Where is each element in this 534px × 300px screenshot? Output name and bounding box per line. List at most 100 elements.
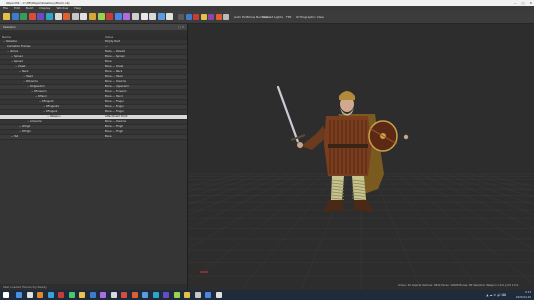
viewport-tool-icon[interactable]	[193, 14, 199, 20]
toolbar-tool-icon[interactable]	[97, 13, 105, 20]
grid-line	[188, 173, 254, 192]
taskbar-app-icon[interactable]	[79, 292, 85, 298]
taskbar-app-icon[interactable]	[215, 292, 222, 298]
taskbar-app-icon[interactable]	[100, 292, 106, 298]
tree-node-name: − RFinger01	[43, 105, 60, 108]
taskbar-app-icon[interactable]	[121, 292, 127, 298]
grid-line	[372, 173, 422, 290]
sword-blade	[276, 85, 300, 144]
toolbar-tool-icon[interactable]	[149, 13, 157, 20]
taskbar-app-icon[interactable]	[26, 292, 33, 298]
grid-line	[480, 173, 534, 188]
taskbar-app-icon[interactable]	[110, 292, 117, 298]
taskbar-app-icon[interactable]	[142, 292, 148, 298]
right-boot	[354, 200, 374, 212]
taskbar-app-icon[interactable]	[194, 292, 201, 298]
taskbar-app-icon[interactable]	[184, 292, 190, 298]
render-option-label[interactable]: Shaded	[262, 14, 273, 20]
toolbar-tool-icon[interactable]	[71, 13, 79, 20]
taskbar-app-icon[interactable]	[16, 292, 22, 298]
tree-node-value: Bone — Clavicle	[105, 120, 126, 123]
toolbar-tool-icon[interactable]	[28, 13, 36, 20]
tree-node-value: Attachment Point	[105, 115, 128, 118]
taskbar-app-icon[interactable]	[205, 292, 211, 298]
toolbar-tool-icon[interactable]	[166, 13, 174, 20]
tree-node-value: Bone — Neck	[105, 70, 123, 73]
hierarchy-tree: − Skeleton Empty Root Animation Frames — − i…	[0, 40, 187, 140]
toolbar-tool-icon[interactable]	[114, 13, 122, 20]
grid-line	[468, 173, 534, 192]
panel-title: Skeleton	[3, 25, 16, 29]
toolbar-tool-icon[interactable]	[132, 13, 139, 20]
grid-line	[384, 173, 482, 290]
viewport-tool-icon[interactable]	[200, 14, 207, 20]
tree-node-name: − LClavicle	[27, 120, 42, 123]
grid-line	[188, 173, 278, 205]
right-arm	[301, 126, 328, 150]
render-option-label[interactable]: FPS	[286, 14, 291, 20]
taskbar-app-icon[interactable]	[37, 292, 43, 298]
skeleton-panel: Skeleton □ ✕ Name Value − Skeleton Empty …	[0, 24, 188, 290]
toolbar-tool-icon[interactable]	[54, 13, 62, 20]
toolbar-tool-icon[interactable]	[63, 13, 71, 20]
tree-node-value: —	[105, 45, 108, 48]
taskbar-app-icon[interactable]	[163, 292, 169, 298]
clock[interactable]: 0:13 2020-04-16	[516, 290, 531, 300]
tree-node-value: Bone — Hand	[105, 95, 123, 98]
character-model[interactable]	[276, 85, 409, 212]
toolbar-tool-icon[interactable]	[123, 13, 131, 20]
left-boot	[324, 200, 344, 212]
start-button-icon[interactable]	[3, 292, 9, 298]
toolbar-tool-icon[interactable]	[80, 13, 88, 20]
taskbar-app-icon[interactable]	[58, 292, 64, 298]
tree-node-name: − RForearm	[31, 90, 47, 93]
taskbar-app-icon[interactable]	[131, 292, 138, 298]
tree-node-value: Bone — Head	[105, 75, 123, 78]
toolbar-tool-icon[interactable]	[89, 13, 96, 20]
viewport-tool-icon[interactable]	[208, 14, 214, 20]
left-hand	[403, 134, 409, 140]
viewport-tool-icon[interactable]	[215, 14, 222, 20]
toolbar-tool-icon[interactable]	[157, 13, 165, 20]
3d-viewport[interactable]	[188, 24, 534, 290]
taskbar-app-icon[interactable]	[152, 292, 159, 298]
tray-icons[interactable]: ▲ ☁ ✉ 🔊 ⌨	[486, 292, 506, 298]
viewport-status: Scene: 20 objects Vertices: 8424 Faces: …	[398, 284, 519, 287]
viewport-tool-icon[interactable]	[223, 14, 229, 20]
belt	[328, 144, 368, 148]
toolbar-tool-icon[interactable]	[46, 13, 53, 20]
tree-node-name: − RHand	[35, 95, 47, 98]
grid-line	[432, 173, 534, 215]
render-option-label[interactable]: Auto Pick	[234, 14, 248, 20]
viewport-tool-icon[interactable]	[185, 14, 192, 20]
viewport-canvas[interactable]	[188, 24, 534, 290]
tree-node-name: − RFinger0	[39, 100, 54, 103]
tree-node-name: − Neck	[19, 70, 29, 73]
helmet	[339, 91, 355, 100]
toolbar-tool-icon[interactable]	[20, 13, 28, 20]
taskbar-app-icon[interactable]	[173, 292, 180, 298]
toolbar-tool-icon[interactable]	[106, 13, 114, 20]
taskbar-app-icon[interactable]	[68, 292, 75, 298]
tree-node-name: − RClavicle	[23, 80, 38, 83]
taskbar-app-icon[interactable]	[47, 292, 54, 298]
panel-header-buttons[interactable]: □ ✕	[178, 24, 184, 30]
tree-node-value: Bone — Finger	[105, 110, 124, 113]
toolbar-tool-icon[interactable]	[11, 13, 19, 20]
tree-node-name: − RThigh	[19, 130, 31, 133]
toolbar-tool-icon[interactable]	[37, 13, 45, 20]
tree-node-row[interactable]: − Tail Bone	[0, 135, 187, 140]
tree-node-value: Bone	[105, 135, 112, 138]
viewport-tool-icon[interactable]	[178, 14, 184, 20]
tree-node-value: Bone — Finger	[105, 105, 124, 108]
tree-node-value: Bone — Clavicle	[105, 80, 126, 83]
taskbar-app-icon[interactable]	[89, 292, 96, 298]
toolbar-tool-icon[interactable]	[3, 13, 10, 20]
main-toolbar: Auto Pick Show Normals Shaded Lights FPS Orth…	[0, 11, 534, 24]
render-option-label[interactable]: Lights	[274, 14, 283, 20]
toolbar-tool-icon[interactable]	[140, 13, 148, 20]
clock-date: 2020-04-16	[515, 296, 531, 299]
tree-node-name: − LThigh	[19, 125, 31, 128]
render-option-label[interactable]: Orthographic View	[296, 14, 324, 20]
tree-node-value: Bone	[105, 60, 112, 63]
